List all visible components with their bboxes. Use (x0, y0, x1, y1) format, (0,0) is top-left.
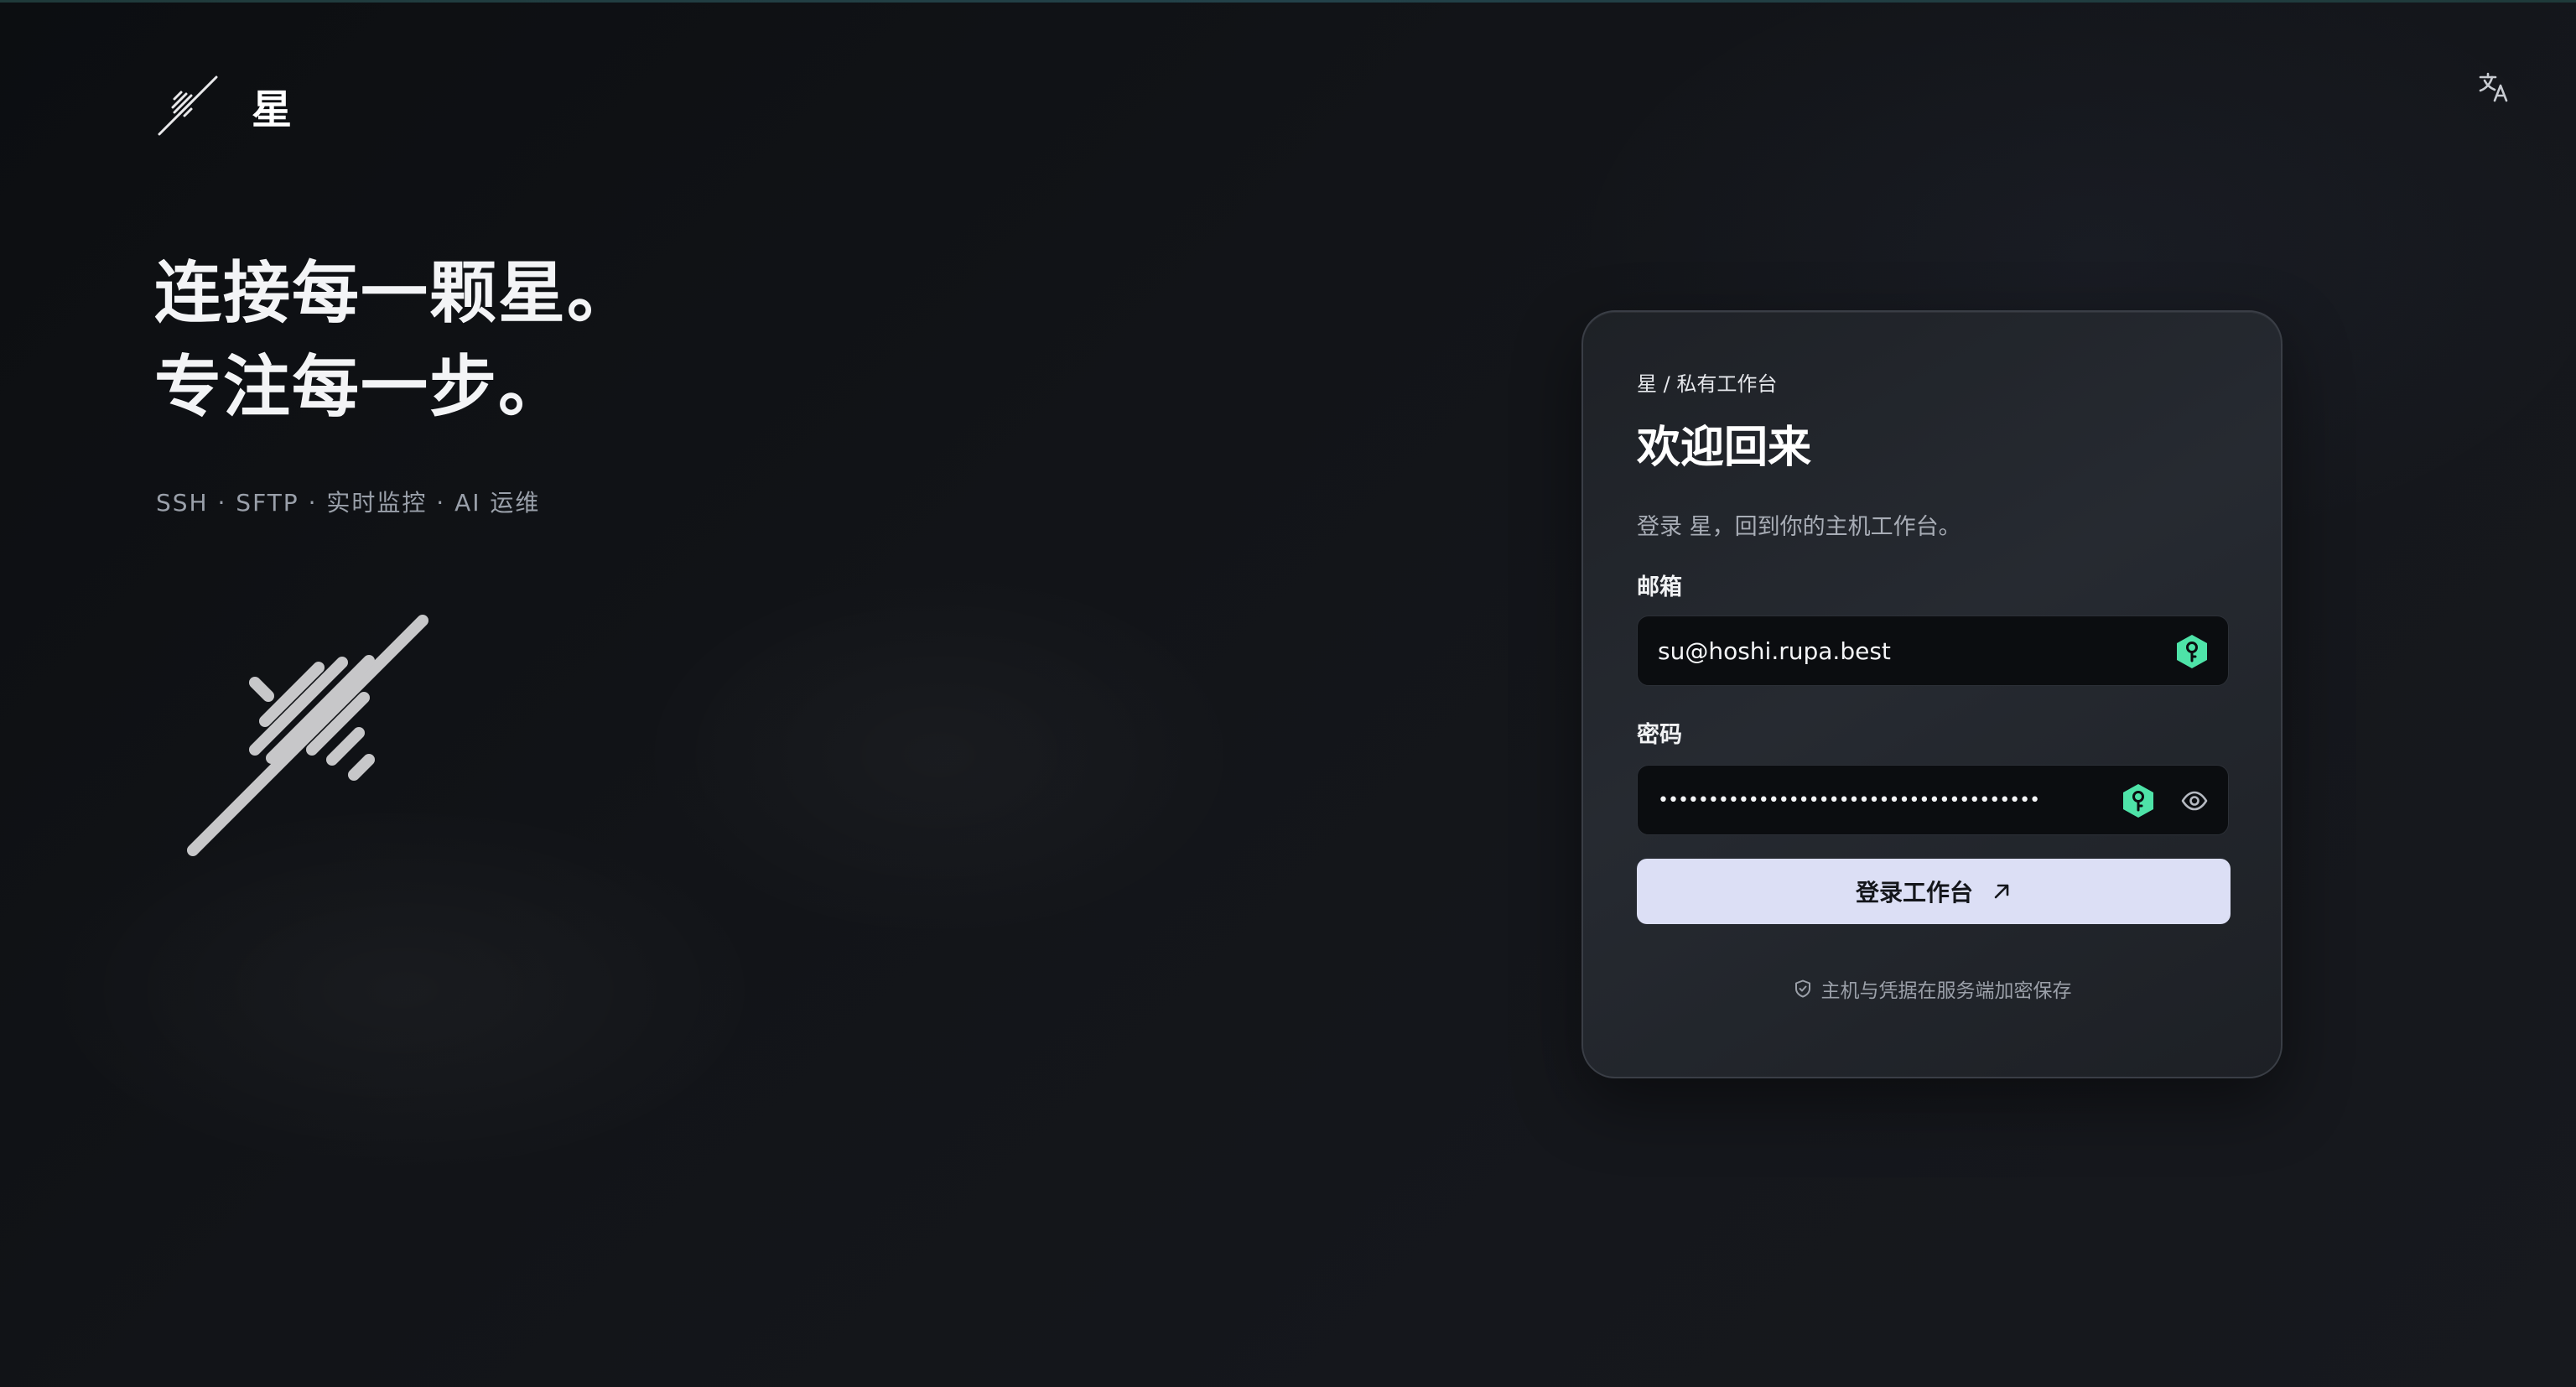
hero-logo-icon (187, 615, 428, 856)
hero-headline-line-1: 连接每一颗星。 (154, 254, 636, 332)
shield-check-icon (1794, 979, 1810, 998)
password-field-box (1637, 765, 2229, 835)
arrow-up-right-icon (1994, 884, 2009, 899)
top-accent-line (0, 0, 2576, 3)
card-title: 欢迎回来 (1637, 423, 1812, 473)
login-button-label: 登录工作台 (1855, 879, 1973, 906)
login-button[interactable]: 登录工作台 (1637, 859, 2231, 924)
email-field-box (1637, 616, 2229, 686)
password-field[interactable] (1658, 766, 2094, 834)
hero-tagline: SSH · SFTP · 实时监控 · AI 运维 (156, 489, 541, 517)
brand[interactable]: 星 (156, 74, 293, 138)
login-card: 星 / 私有工作台 欢迎回来 登录 星，回到你的主机工作台。 邮箱 密码 登录工… (1581, 310, 2283, 1078)
breadcrumb: 星 / 私有工作台 (1637, 372, 1778, 396)
translate-button[interactable] (2472, 65, 2516, 109)
password-label: 密码 (1637, 722, 1682, 748)
toggle-password-visibility-button[interactable] (2178, 784, 2211, 818)
brand-name: 星 (252, 86, 294, 133)
translate-icon (2479, 72, 2508, 102)
email-label: 邮箱 (1637, 574, 1682, 600)
brand-logo-icon (158, 75, 218, 136)
key-icon[interactable] (2121, 782, 2156, 819)
card-subtitle: 登录 星，回到你的主机工作台。 (1637, 514, 1961, 540)
security-note-text: 主机与凭据在服务端加密保存 (1820, 980, 2072, 1002)
hero-headline-line-2: 专注每一步。 (154, 348, 567, 426)
eye-icon (2181, 791, 2208, 811)
key-icon[interactable] (2174, 633, 2210, 670)
email-field[interactable] (1658, 616, 2094, 685)
security-note: 主机与凭据在服务端加密保存 (1583, 974, 2281, 1003)
